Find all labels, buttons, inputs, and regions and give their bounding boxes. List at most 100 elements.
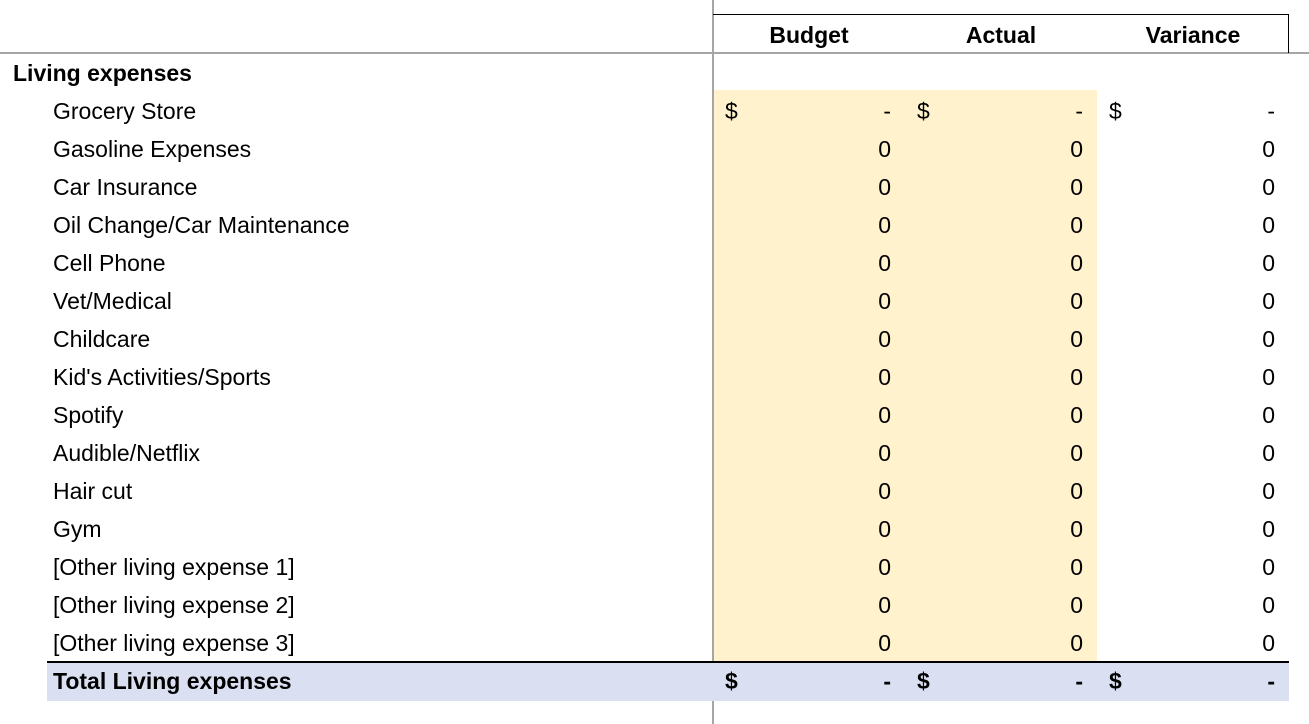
total-actual-cell[interactable]: $ - [905, 662, 1097, 700]
row-label[interactable]: Childcare [53, 320, 150, 358]
total-label[interactable]: Total Living expenses [53, 662, 292, 700]
actual-value: 0 [1070, 630, 1083, 656]
variance-cell[interactable]: 0 [1097, 624, 1289, 662]
budget-cell[interactable]: 0 [713, 472, 905, 510]
actual-cell[interactable]: 0 [905, 282, 1097, 320]
total-actual: - [1075, 668, 1083, 694]
budget-value: 0 [878, 440, 891, 466]
total-budget-cell[interactable]: $ - [713, 662, 905, 700]
row-label[interactable]: Audible/Netflix [53, 434, 200, 472]
budget-value: 0 [878, 402, 891, 428]
currency-symbol: $ [1109, 668, 1122, 694]
actual-cell[interactable]: 0 [905, 396, 1097, 434]
actual-cell[interactable]: 0 [905, 358, 1097, 396]
actual-value: 0 [1070, 136, 1083, 162]
total-row-content: Total Living expenses $ - $ - $ - [0, 662, 1309, 700]
row-label[interactable]: Grocery Store [53, 92, 196, 130]
variance-value: 0 [1262, 212, 1275, 238]
budget-cell[interactable]: 0 [713, 548, 905, 586]
variance-cell[interactable]: 0 [1097, 358, 1289, 396]
actual-value: 0 [1070, 440, 1083, 466]
table-row: Grocery Store $ - $ - $ - [0, 92, 1309, 130]
variance-cell[interactable]: 0 [1097, 244, 1289, 282]
actual-cell[interactable]: 0 [905, 548, 1097, 586]
row-label[interactable]: Cell Phone [53, 244, 166, 282]
variance-cell[interactable]: 0 [1097, 130, 1289, 168]
budget-cell[interactable]: $ - [713, 92, 905, 130]
table-row: Audible/Netflix 0 0 0 [0, 434, 1309, 472]
budget-cell[interactable]: 0 [713, 320, 905, 358]
row-label[interactable]: Oil Change/Car Maintenance [53, 206, 350, 244]
budget-cell[interactable]: 0 [713, 206, 905, 244]
table-row: [Other living expense 2] 0 0 0 [0, 586, 1309, 624]
budget-value: 0 [878, 136, 891, 162]
variance-cell[interactable]: 0 [1097, 548, 1289, 586]
budget-cell[interactable]: 0 [713, 244, 905, 282]
actual-cell[interactable]: 0 [905, 586, 1097, 624]
budget-value: - [883, 98, 891, 124]
budget-cell[interactable]: 0 [713, 282, 905, 320]
total-variance-cell[interactable]: $ - [1097, 662, 1289, 700]
actual-cell[interactable]: $ - [905, 92, 1097, 130]
table-row: Hair cut 0 0 0 [0, 472, 1309, 510]
actual-cell[interactable]: 0 [905, 434, 1097, 472]
budget-cell[interactable]: 0 [713, 396, 905, 434]
budget-cell[interactable]: 0 [713, 586, 905, 624]
variance-value: 0 [1262, 288, 1275, 314]
actual-cell[interactable]: 0 [905, 130, 1097, 168]
actual-cell[interactable]: 0 [905, 320, 1097, 358]
actual-cell[interactable]: 0 [905, 624, 1097, 662]
row-label[interactable]: [Other living expense 1] [53, 548, 295, 586]
row-label[interactable]: Gym [53, 510, 102, 548]
budget-cell[interactable]: 0 [713, 624, 905, 662]
row-label[interactable]: Gasoline Expenses [53, 130, 251, 168]
row-label[interactable]: Spotify [53, 396, 123, 434]
variance-cell[interactable]: $ - [1097, 92, 1289, 130]
variance-cell[interactable]: 0 [1097, 320, 1289, 358]
variance-value: 0 [1262, 326, 1275, 352]
table-row: Oil Change/Car Maintenance 0 0 0 [0, 206, 1309, 244]
actual-value: 0 [1070, 212, 1083, 238]
budget-value: 0 [878, 212, 891, 238]
table-row: [Other living expense 1] 0 0 0 [0, 548, 1309, 586]
variance-value: 0 [1262, 440, 1275, 466]
actual-value: 0 [1070, 364, 1083, 390]
budget-value: 0 [878, 250, 891, 276]
actual-value: 0 [1070, 554, 1083, 580]
variance-cell[interactable]: 0 [1097, 434, 1289, 472]
budget-cell[interactable]: 0 [713, 510, 905, 548]
row-label[interactable]: Vet/Medical [53, 282, 172, 320]
budget-cell[interactable]: 0 [713, 130, 905, 168]
header-variance[interactable]: Variance [1097, 16, 1289, 54]
actual-value: - [1075, 98, 1083, 124]
actual-cell[interactable]: 0 [905, 472, 1097, 510]
variance-cell[interactable]: 0 [1097, 396, 1289, 434]
variance-cell[interactable]: 0 [1097, 282, 1289, 320]
actual-cell[interactable]: 0 [905, 244, 1097, 282]
budget-cell[interactable]: 0 [713, 434, 905, 472]
actual-cell[interactable]: 0 [905, 168, 1097, 206]
actual-value: 0 [1070, 516, 1083, 542]
budget-value: 0 [878, 364, 891, 390]
variance-cell[interactable]: 0 [1097, 206, 1289, 244]
section-title[interactable]: Living expenses [13, 54, 192, 92]
variance-cell[interactable]: 0 [1097, 168, 1289, 206]
row-label[interactable]: [Other living expense 3] [53, 624, 295, 662]
actual-cell[interactable]: 0 [905, 206, 1097, 244]
actual-cell[interactable]: 0 [905, 510, 1097, 548]
currency-symbol: $ [917, 98, 930, 124]
header-budget[interactable]: Budget [713, 16, 905, 54]
header-actual[interactable]: Actual [905, 16, 1097, 54]
row-label[interactable]: [Other living expense 2] [53, 586, 295, 624]
variance-value: 0 [1262, 364, 1275, 390]
budget-cell[interactable]: 0 [713, 168, 905, 206]
variance-cell[interactable]: 0 [1097, 510, 1289, 548]
row-label[interactable]: Car Insurance [53, 168, 197, 206]
variance-cell[interactable]: 0 [1097, 472, 1289, 510]
budget-cell[interactable]: 0 [713, 358, 905, 396]
budget-value: 0 [878, 592, 891, 618]
variance-cell[interactable]: 0 [1097, 586, 1289, 624]
row-label[interactable]: Kid's Activities/Sports [53, 358, 271, 396]
row-label[interactable]: Hair cut [53, 472, 132, 510]
table-row: Gym 0 0 0 [0, 510, 1309, 548]
